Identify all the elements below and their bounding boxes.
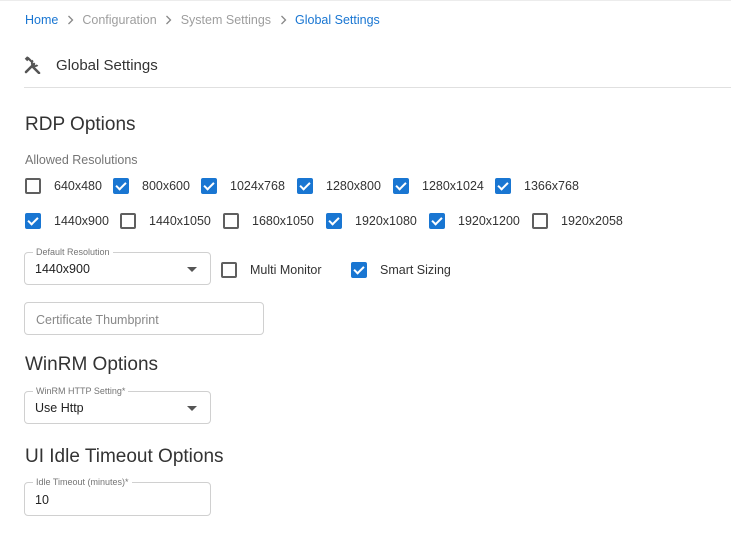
chevron-right-icon: [157, 15, 181, 25]
checkbox-box[interactable]: [120, 213, 136, 229]
breadcrumb-system-settings[interactable]: System Settings: [181, 12, 271, 28]
resolution-checkbox-1680x1050[interactable]: 1680x1050: [223, 212, 314, 230]
chevron-right-icon: [271, 15, 295, 25]
checkbox-box[interactable]: [25, 213, 41, 229]
breadcrumb-home[interactable]: Home: [25, 12, 58, 28]
checkbox-box[interactable]: [113, 178, 129, 194]
resolution-checkbox-1920x1200[interactable]: 1920x1200: [429, 212, 520, 230]
checkbox-box[interactable]: [221, 262, 237, 278]
smart-sizing-checkbox[interactable]: Smart Sizing: [351, 261, 451, 279]
certificate-thumbprint-placeholder: Certificate Thumbprint: [36, 313, 159, 327]
checkbox-box[interactable]: [223, 213, 239, 229]
checkbox-label: 1280x800: [326, 179, 381, 193]
resolution-checkbox-1920x1080[interactable]: 1920x1080: [326, 212, 417, 230]
checkbox-label: 1920x1080: [355, 214, 417, 228]
default-resolution-value: 1440x900: [35, 262, 90, 276]
checkbox-label: 1366x768: [524, 179, 579, 193]
checkbox-label: 1024x768: [230, 179, 285, 193]
checkbox-label: 1440x900: [54, 214, 109, 228]
checkbox-label: 640x480: [54, 179, 102, 193]
chevron-right-icon: [58, 15, 82, 25]
tools-icon: [24, 56, 41, 74]
resolution-checkbox-640x480[interactable]: 640x480: [25, 177, 102, 195]
checkbox-label: Smart Sizing: [380, 263, 451, 277]
multi-monitor-checkbox[interactable]: Multi Monitor: [221, 261, 322, 279]
header-divider: [24, 87, 731, 88]
checkbox-box[interactable]: [201, 178, 217, 194]
resolution-checkbox-1280x800[interactable]: 1280x800: [297, 177, 381, 195]
winrm-options-heading: WinRM Options: [25, 354, 159, 375]
checkbox-label: 1440x1050: [149, 214, 211, 228]
checkbox-box[interactable]: [351, 262, 367, 278]
resolution-checkbox-1280x1024[interactable]: 1280x1024: [393, 177, 484, 195]
checkbox-box[interactable]: [532, 213, 548, 229]
checkbox-box[interactable]: [429, 213, 445, 229]
certificate-thumbprint-field[interactable]: Certificate Thumbprint: [24, 302, 264, 335]
checkbox-box[interactable]: [393, 178, 409, 194]
winrm-http-setting-label: WinRM HTTP Setting*: [33, 386, 129, 397]
checkbox-box[interactable]: [326, 213, 342, 229]
idle-timeout-value: 10: [35, 493, 49, 507]
checkbox-label: 1680x1050: [252, 214, 314, 228]
default-resolution-select[interactable]: Default Resolution 1440x900: [24, 247, 211, 285]
checkbox-label: Multi Monitor: [250, 263, 322, 277]
ui-idle-timeout-heading: UI Idle Timeout Options: [25, 446, 224, 467]
dropdown-arrow-icon: [187, 267, 197, 272]
checkbox-label: 1920x2058: [561, 214, 623, 228]
resolution-checkbox-1440x900[interactable]: 1440x900: [25, 212, 109, 230]
checkbox-label: 800x600: [142, 179, 190, 193]
rdp-options-heading: RDP Options: [25, 114, 136, 135]
idle-timeout-label: Idle Timeout (minutes)*: [33, 477, 132, 488]
allowed-resolutions-label: Allowed Resolutions: [25, 153, 138, 167]
global-settings-page: Home Configuration System Settings Globa…: [0, 0, 731, 543]
breadcrumb-global-settings: Global Settings: [295, 13, 380, 27]
checkbox-box[interactable]: [495, 178, 511, 194]
resolution-checkbox-1920x2058[interactable]: 1920x2058: [532, 212, 623, 230]
resolution-checkbox-1024x768[interactable]: 1024x768: [201, 177, 285, 195]
breadcrumb: Home Configuration System Settings Globa…: [25, 12, 380, 28]
winrm-http-setting-select[interactable]: WinRM HTTP Setting* Use Http: [24, 386, 211, 424]
top-divider: [0, 0, 731, 1]
resolution-checkbox-800x600[interactable]: 800x600: [113, 177, 190, 195]
resolution-checkbox-1440x1050[interactable]: 1440x1050: [120, 212, 211, 230]
default-resolution-label: Default Resolution: [33, 247, 113, 258]
page-title: Global Settings: [56, 56, 158, 74]
checkbox-label: 1920x1200: [458, 214, 520, 228]
idle-timeout-field[interactable]: Idle Timeout (minutes)* 10: [24, 477, 211, 516]
dropdown-arrow-icon: [187, 406, 197, 411]
page-header: Global Settings: [24, 54, 158, 76]
winrm-http-setting-value: Use Http: [35, 401, 84, 415]
checkbox-label: 1280x1024: [422, 179, 484, 193]
resolution-checkbox-1366x768[interactable]: 1366x768: [495, 177, 579, 195]
breadcrumb-configuration[interactable]: Configuration: [82, 12, 156, 28]
checkbox-box[interactable]: [25, 178, 41, 194]
checkbox-box[interactable]: [297, 178, 313, 194]
